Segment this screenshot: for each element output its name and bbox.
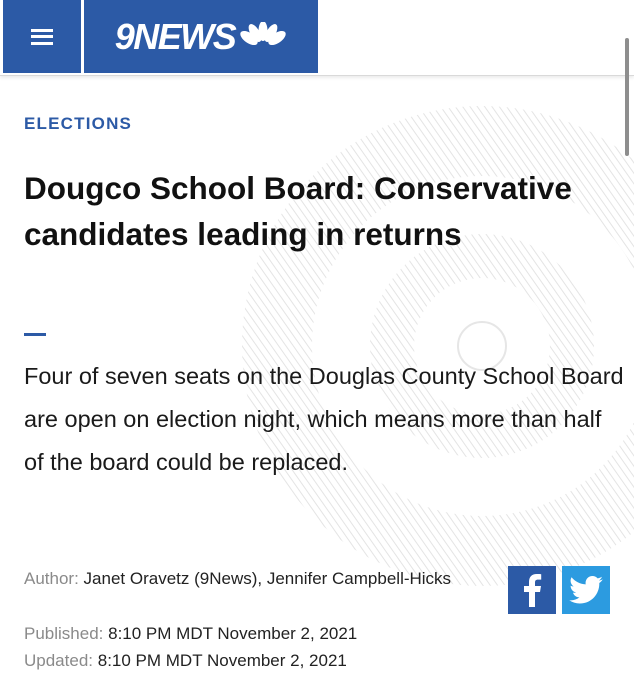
facebook-share-button[interactable]: [508, 566, 556, 614]
facebook-icon: [524, 574, 542, 607]
twitter-icon: [569, 576, 603, 604]
updated-value: 8:10 PM MDT November 2, 2021: [97, 651, 347, 670]
published-line: Published: 8:10 PM MDT November 2, 2021: [24, 622, 504, 646]
peacock-icon: [240, 21, 286, 52]
menu-button[interactable]: [3, 0, 81, 73]
published-label: Published:: [24, 624, 104, 643]
author-label: Author:: [24, 569, 79, 588]
article-summary: Four of seven seats on the Douglas Count…: [24, 363, 624, 475]
hamburger-menu-icon: [31, 28, 53, 45]
updated-line: Updated: 8:10 PM MDT November 2, 2021: [24, 649, 504, 673]
top-navigation-bar: 9NEWS: [0, 0, 634, 76]
article-headline: Dougco School Board: Conservative candid…: [24, 170, 572, 252]
published-value: 8:10 PM MDT November 2, 2021: [108, 624, 358, 643]
author-line: Author: Janet Oravetz (9News), Jennifer …: [24, 567, 504, 591]
author-value: Janet Oravetz (9News), Jennifer Campbell…: [83, 569, 452, 588]
section-label[interactable]: ELECTIONS: [24, 114, 132, 134]
updated-label: Updated:: [24, 651, 93, 670]
site-logo[interactable]: 9NEWS: [84, 0, 318, 73]
headline-divider: [24, 333, 46, 336]
twitter-share-button[interactable]: [562, 566, 610, 614]
logo-text: 9NEWS: [114, 15, 237, 57]
